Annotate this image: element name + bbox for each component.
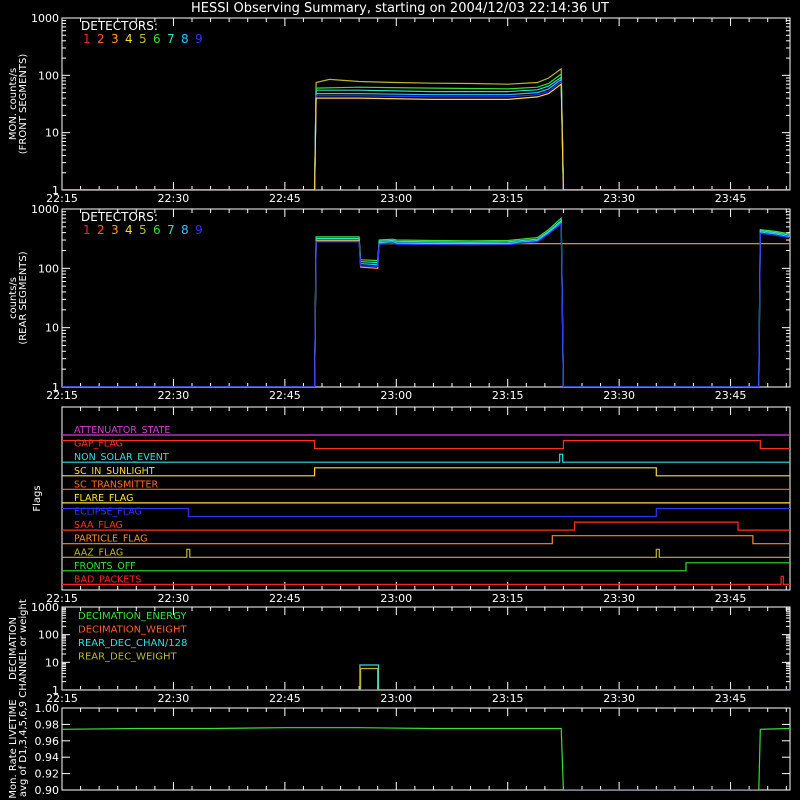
y-tick-label: 1000 [31, 12, 59, 25]
flag-label: SC_IN_SUNLIGHT [74, 466, 155, 477]
x-tick-label: 23:45 [715, 592, 747, 605]
legend-detector-1: 1 [83, 223, 91, 237]
flag-label: BAD_PACKETS [74, 574, 141, 585]
y-tick-label: 10 [45, 127, 59, 140]
flag-label: PARTICLE_FLAG [74, 534, 147, 545]
y-tick-label: 10 [45, 656, 59, 669]
legend-detector-8: 8 [181, 223, 189, 237]
legend-entry: DECIMATION_WEIGHT [78, 625, 187, 636]
x-tick-label: 23:15 [492, 389, 524, 402]
y-tick-label: 100 [38, 69, 59, 82]
x-tick-label: 23:45 [715, 389, 747, 402]
x-tick-label: 22:45 [269, 692, 301, 705]
x-tick-label: 23:30 [603, 592, 635, 605]
x-tick-label: 23:00 [380, 592, 412, 605]
x-tick-label: 22:15 [46, 389, 78, 402]
legend-detector-3: 3 [111, 32, 119, 46]
y-tick-label: 100 [38, 262, 59, 275]
x-tick-label: 23:45 [715, 692, 747, 705]
legend-title: DETECTORS: [81, 210, 158, 224]
flag-label: SAA_FLAG [74, 520, 123, 531]
legend-detector-6: 6 [153, 32, 161, 46]
y-tick-label: 0.98 [35, 718, 60, 731]
legend-detector-9: 9 [195, 223, 203, 237]
x-tick-label: 23:30 [603, 192, 635, 205]
legend-detector-1: 1 [83, 32, 91, 46]
legend-detector-7: 7 [167, 32, 175, 46]
legend-detector-2: 2 [97, 223, 105, 237]
x-tick-label: 22:30 [158, 389, 190, 402]
flag-label: AAZ_FLAG [74, 547, 123, 558]
legend-detector-2: 2 [97, 32, 105, 46]
legend-detector-4: 4 [125, 32, 133, 46]
x-tick-label: 22:45 [269, 192, 301, 205]
legend-entry: REAR_DEC_WEIGHT [78, 652, 177, 663]
legend-detector-3: 3 [111, 223, 119, 237]
flag-label: SC_TRANSMITTER [74, 479, 159, 490]
y-tick-label: 1000 [31, 203, 59, 216]
x-tick-label: 23:15 [492, 592, 524, 605]
y-tick-label: 0.96 [35, 735, 60, 748]
y-tick-label: 1.00 [35, 702, 60, 715]
legend-detector-9: 9 [195, 32, 203, 46]
y-axis-label: CHANNEL or weight [18, 599, 29, 698]
chart-title: HESSI Observing Summary, starting on 200… [191, 1, 609, 16]
x-tick-label: 23:30 [603, 692, 635, 705]
y-axis-label: (REAR SEGMENTS) [18, 251, 29, 344]
x-tick-label: 22:45 [269, 592, 301, 605]
x-tick-label: 23:30 [603, 389, 635, 402]
legend-detector-5: 5 [139, 32, 147, 46]
y-tick-label: 1 [52, 684, 59, 697]
x-tick-label: 22:30 [158, 692, 190, 705]
flag-label: FLARE_FLAG [74, 493, 134, 504]
x-tick-label: 23:00 [380, 692, 412, 705]
legend-detector-8: 8 [181, 32, 189, 46]
y-tick-label: 1 [52, 381, 59, 394]
flag-label: ATTENUATOR_STATE [74, 425, 170, 436]
y-tick-label: 1 [52, 184, 59, 197]
x-tick-label: 23:15 [492, 192, 524, 205]
y-tick-label: 0.94 [35, 751, 60, 764]
flag-label: GAP_FLAG [74, 439, 123, 450]
y-axis-label: (FRONT SEGMENTS) [18, 54, 29, 155]
y-tick-label: 10 [45, 322, 59, 335]
y-tick-label: 0.90 [35, 784, 60, 797]
hessi-summary-figure: HESSI Observing Summary, starting on 200… [0, 0, 800, 800]
legend-title: DETECTORS: [81, 19, 158, 33]
x-tick-label: 22:45 [269, 389, 301, 402]
legend-detector-4: 4 [125, 223, 133, 237]
legend-entry: REAR_DEC_CHAN/128 [78, 638, 187, 649]
legend-detector-5: 5 [139, 223, 147, 237]
y-tick-label: 100 [38, 629, 59, 642]
x-tick-label: 23:00 [380, 389, 412, 402]
y-axis-label: avg of D1,3,4,5,6,9 [18, 701, 29, 797]
flag-label: ECLIPSE_FLAG [74, 507, 142, 518]
flag-label: NON_SOLAR_EVENT [74, 452, 169, 463]
legend-entry: DECIMATION_ENERGY [78, 611, 187, 622]
y-axis-label: Flags [32, 485, 43, 511]
y-tick-label: 0.92 [35, 768, 60, 781]
x-tick-label: 22:30 [158, 592, 190, 605]
x-tick-label: 23:15 [492, 692, 524, 705]
x-tick-label: 23:00 [380, 192, 412, 205]
flag-label: FRONTS_OFF [74, 561, 136, 572]
y-tick-label: 1000 [31, 601, 59, 614]
legend-detector-7: 7 [167, 223, 175, 237]
legend-detector-6: 6 [153, 223, 161, 237]
x-tick-label: 23:45 [715, 192, 747, 205]
x-tick-label: 22:30 [158, 192, 190, 205]
